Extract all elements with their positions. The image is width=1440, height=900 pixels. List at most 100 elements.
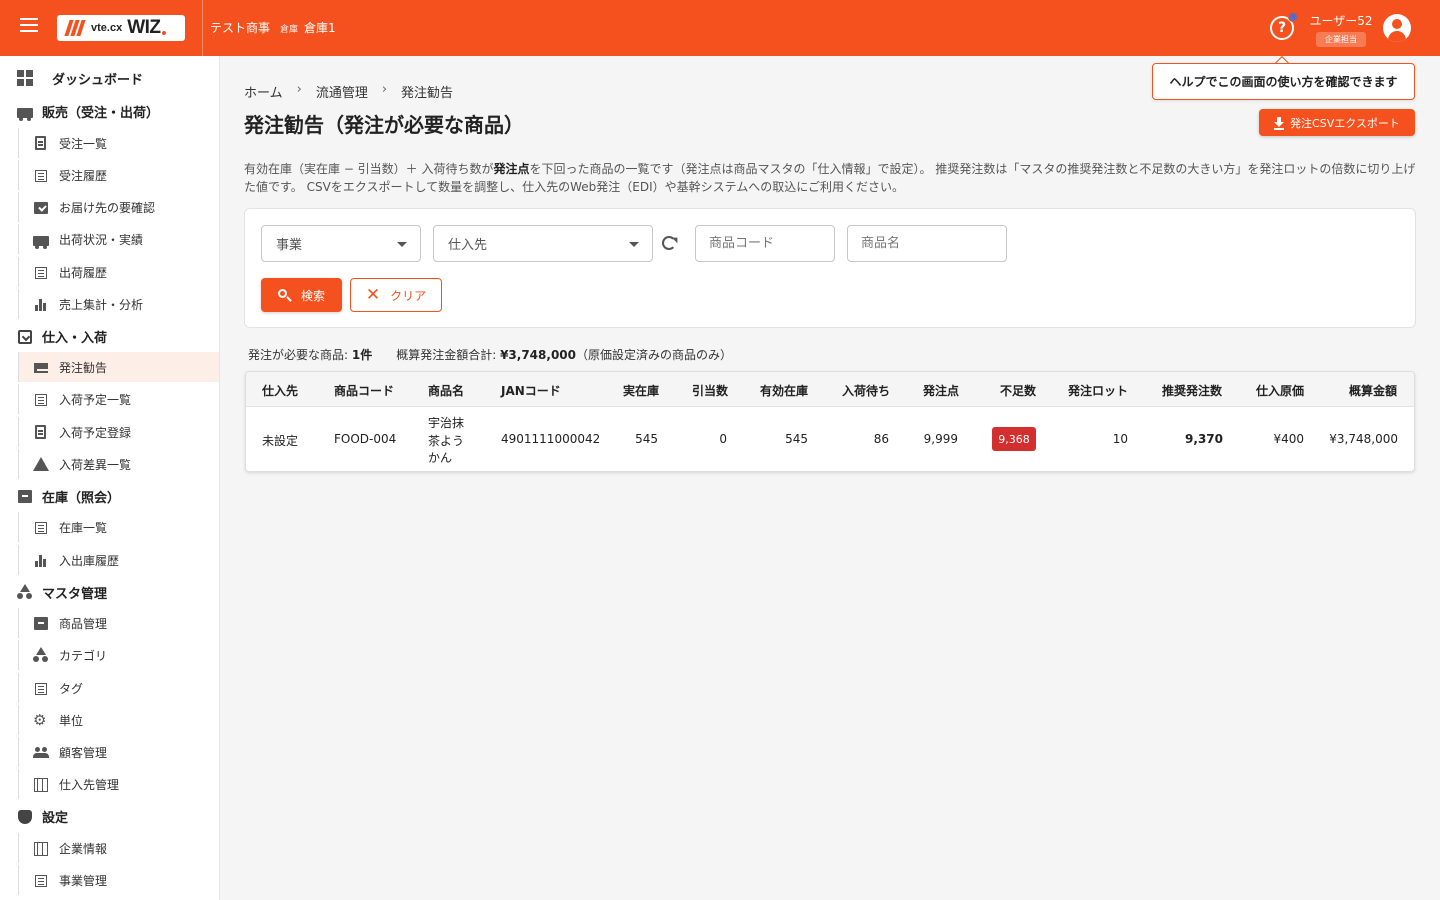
sidebar-item-purchase-recommendation[interactable]: 発注勧告 [18,352,219,382]
sidebar-item-label: 出荷状況・実績 [59,232,144,247]
cell-stock: 545 [635,432,658,446]
search-button[interactable]: 検索 [261,278,342,312]
sidebar-item-label: 出荷履歴 [59,265,108,280]
breadcrumb-distribution[interactable]: 流通管理 [316,82,368,101]
column-header[interactable]: 概算金額 [1349,382,1397,399]
sidebar-item-label: 事業管理 [59,873,108,888]
breadcrumb-home[interactable]: ホーム [244,82,283,101]
export-csv-button[interactable]: 発注CSVエクスポート [1259,109,1415,136]
clear-button-label: クリア [390,288,427,303]
clipboard-icon [35,136,46,150]
sidebar-item-arrival-schedule[interactable]: 入荷予定一覧 [18,384,219,414]
column-header[interactable]: 推奨発注数 [1162,382,1222,399]
sidebar-item-categories[interactable]: カテゴリ [18,640,219,670]
sidebar-item-tags[interactable]: タグ [18,673,219,703]
column-header[interactable]: 有効在庫 [760,382,808,399]
sidebar-item-stock-movement[interactable]: 入出庫履歴 [18,545,219,575]
sidebar-section-purchase[interactable]: 仕入・入荷 [0,321,220,351]
sidebar-section-label: 販売（受注・出荷） [42,105,160,121]
result-total-note: （原価設定済みの商品のみ） [576,348,733,362]
sidebar-item-label: 入荷差異一覧 [59,457,132,472]
sidebar: ダッシュボード 販売（受注・出荷） 受注一覧 受注履歴 お届け先の要確認 出荷状… [0,56,220,900]
cell-product-name-line3: かん [428,451,453,465]
list-icon [35,683,47,695]
truck-icon [17,107,33,121]
cell-available: 545 [785,432,808,446]
column-header[interactable]: JANコード [501,382,561,399]
sidebar-item-label: 在庫一覧 [59,520,108,535]
sidebar-item-address-check[interactable]: お届け先の要確認 [18,192,219,222]
search-button-label: 検索 [300,288,325,303]
clipboard-icon [35,425,46,439]
sidebar-item-arrival-register[interactable]: 入荷予定登録 [18,417,219,447]
bar-chart-icon [35,555,47,567]
sidebar-item-label: ダッシュボード [52,72,144,88]
sidebar-item-arrival-discrepancy[interactable]: 入荷差異一覧 [18,449,219,479]
description-bold: 発注点 [493,162,530,176]
sidebar-item-business-management[interactable]: 事業管理 [18,865,219,895]
column-header[interactable]: 発注点 [923,382,959,399]
cell-allocated: 0 [719,432,727,446]
sidebar-section-inventory[interactable]: 在庫（照会） [0,481,220,511]
sidebar-item-products[interactable]: 商品管理 [18,608,219,638]
filter-panel: 事業 仕入先 検索 ✕ クリア [244,208,1416,328]
sidebar-item-label: 発注勧告 [59,360,108,375]
product-code-input[interactable] [695,225,835,262]
column-header[interactable]: 引当数 [692,382,728,399]
sidebar-item-label: 売上集計・分析 [59,297,144,312]
sidebar-item-order-history[interactable]: 受注履歴 [18,160,219,190]
settings-shield-icon [18,809,32,824]
user-role-badge: 企業担当 [1316,32,1366,47]
sidebar-item-orders[interactable]: 受注一覧 [18,128,219,158]
sidebar-item-label: 入荷予定一覧 [59,392,132,407]
sidebar-section-settings[interactable]: 設定 [0,801,220,831]
column-header[interactable]: 不足数 [1000,382,1036,399]
archive-icon [34,617,48,630]
help-notification-badge [1288,12,1298,22]
sidebar-item-units[interactable]: ⚙ 単位 [18,705,219,735]
refresh-icon[interactable] [662,236,676,250]
app-logo[interactable]: vte.cx WIZ [57,15,185,41]
sidebar-item-shipping-history[interactable]: 出荷履歴 [18,257,219,287]
supplier-select[interactable]: 仕入先 [433,225,653,262]
page-title: 発注勧告（発注が必要な商品） [244,113,524,137]
inbox-icon [18,329,32,344]
account-icon[interactable] [1383,14,1411,42]
sidebar-section-label: 仕入・入荷 [42,330,108,346]
list-icon [35,267,47,279]
sidebar-item-company-info[interactable]: 企業情報 [18,833,219,863]
sidebar-item-sales-analysis[interactable]: 売上集計・分析 [18,289,219,319]
warehouse-label: 倉庫 [280,25,299,35]
menu-icon[interactable] [20,18,40,38]
column-header[interactable]: 発注ロット [1068,382,1128,399]
column-header[interactable]: 仕入原価 [1256,382,1304,399]
product-name-input[interactable] [847,225,1007,262]
close-icon: ✕ [365,285,381,305]
sidebar-section-master[interactable]: マスタ管理 [0,577,220,607]
column-header[interactable]: 商品名 [428,382,464,399]
cell-supplier: 未設定 [262,434,299,448]
description-text-a: 有効在庫（実在庫 − 引当数）＋ 入荷待ち数が [244,162,494,176]
sidebar-item-customers[interactable]: 顧客管理 [18,737,219,767]
business-select[interactable]: 事業 [261,225,421,262]
cell-recommended-qty: 9,370 [1185,432,1223,446]
sidebar-item-label: 入出庫履歴 [59,553,120,568]
sidebar-section-sales[interactable]: 販売（受注・出荷） [0,96,220,126]
sidebar-item-shipping-status[interactable]: 出荷状況・実績 [18,224,219,254]
warning-icon [33,457,49,471]
sidebar-item-inventory-list[interactable]: 在庫一覧 [18,512,219,542]
sidebar-item-label: お届け先の要確認 [59,200,156,215]
supplier-select-label: 仕入先 [448,238,488,253]
logo-mark-icon [64,20,86,36]
column-header[interactable]: 実在庫 [623,382,659,399]
column-header[interactable]: 商品コード [334,382,394,399]
user-info[interactable]: ユーザー52 企業担当 [1309,12,1373,47]
sidebar-item-suppliers[interactable]: 仕入先管理 [18,769,219,799]
column-header[interactable]: 入荷待ち [842,382,890,399]
sidebar-item-label: 顧客管理 [59,745,108,760]
clear-button[interactable]: ✕ クリア [350,278,442,312]
sidebar-item-label: 受注履歴 [59,168,108,183]
company-info: テスト商事 倉庫 倉庫1 [210,19,336,36]
sidebar-item-dashboard[interactable]: ダッシュボード [0,63,220,93]
column-header[interactable]: 仕入先 [262,382,298,399]
